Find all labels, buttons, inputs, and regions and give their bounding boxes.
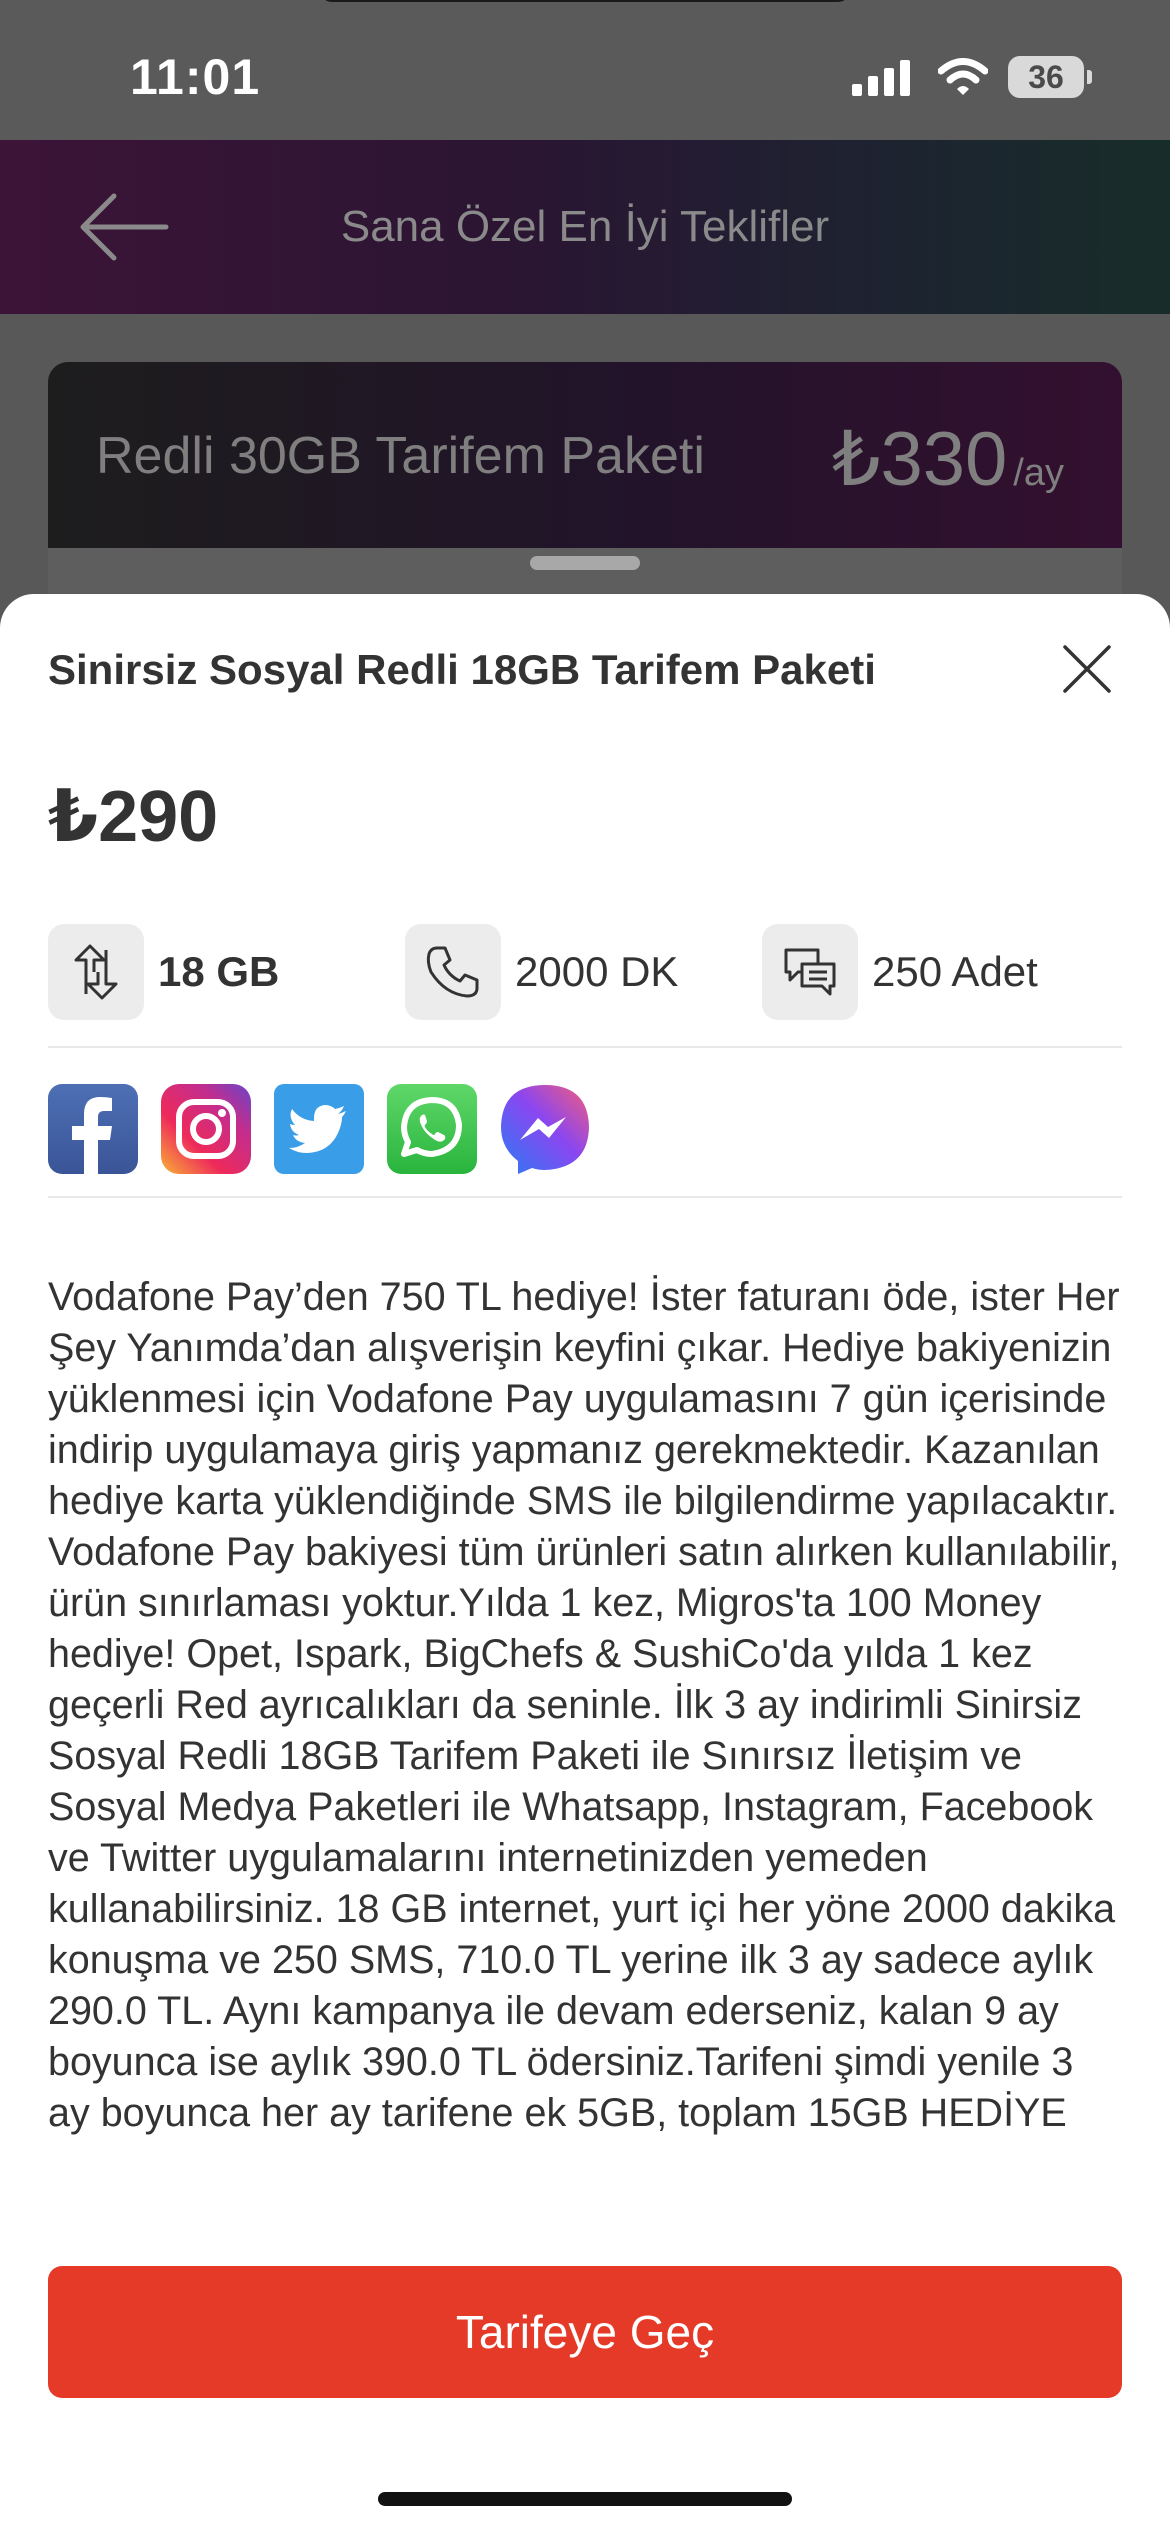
divider <box>48 1196 1122 1198</box>
page-title: Sana Özel En İyi Teklifler <box>340 202 830 251</box>
twitter-icon <box>274 1084 364 1174</box>
chat-bubbles-icon <box>762 924 858 1020</box>
whatsapp-icon <box>387 1084 477 1174</box>
status-bar: 11:01 36 <box>0 0 1170 140</box>
background-offer-title: Redli 30GB Tarifem Paketi <box>96 427 705 485</box>
back-arrow-icon[interactable] <box>78 192 170 267</box>
close-icon <box>1063 645 1111 693</box>
feature-minutes-label: 2000 DK <box>515 948 679 995</box>
device-notch <box>320 0 850 2</box>
app-header: Sana Özel En İyi Teklifler <box>0 140 1170 314</box>
background-offer-price: ₺330/ay <box>832 414 1064 503</box>
status-time: 11:01 <box>130 49 261 105</box>
battery-tip <box>1087 70 1092 84</box>
battery-level: 36 <box>1028 59 1064 95</box>
feature-data-label: 18 GB <box>158 948 280 995</box>
close-button[interactable] <box>1050 632 1124 706</box>
background-offer-card[interactable]: Redli 30GB Tarifem Paketi ₺330/ay <box>48 362 1122 548</box>
signal-icon <box>852 60 914 101</box>
switch-tariff-button[interactable]: Tarifeye Geç <box>48 2266 1122 2398</box>
battery-icon: 36 <box>1008 56 1084 98</box>
home-indicator <box>378 2492 792 2506</box>
messenger-icon <box>500 1084 590 1174</box>
phone-icon <box>405 924 501 1020</box>
wifi-icon <box>937 58 989 101</box>
offer-price: ₺290 <box>48 777 219 857</box>
background-offer-price-value: ₺330 <box>832 417 1008 502</box>
offer-detail-sheet: Sinirsiz Sosyal Redli 18GB Tarifem Paket… <box>0 594 1170 2532</box>
instagram-icon <box>161 1084 251 1174</box>
offer-description: Vodafone Pay’den 750 TL hediye! İster fa… <box>48 1275 1120 2135</box>
sheet-title: Sinirsiz Sosyal Redli 18GB Tarifem Paket… <box>48 646 876 693</box>
data-transfer-icon <box>48 924 144 1020</box>
sheet-drag-handle[interactable] <box>530 556 640 570</box>
background-offer-period: /ay <box>1013 452 1064 494</box>
divider <box>48 1046 1122 1048</box>
feature-sms-label: 250 Adet <box>872 948 1038 995</box>
facebook-icon <box>48 1084 138 1174</box>
